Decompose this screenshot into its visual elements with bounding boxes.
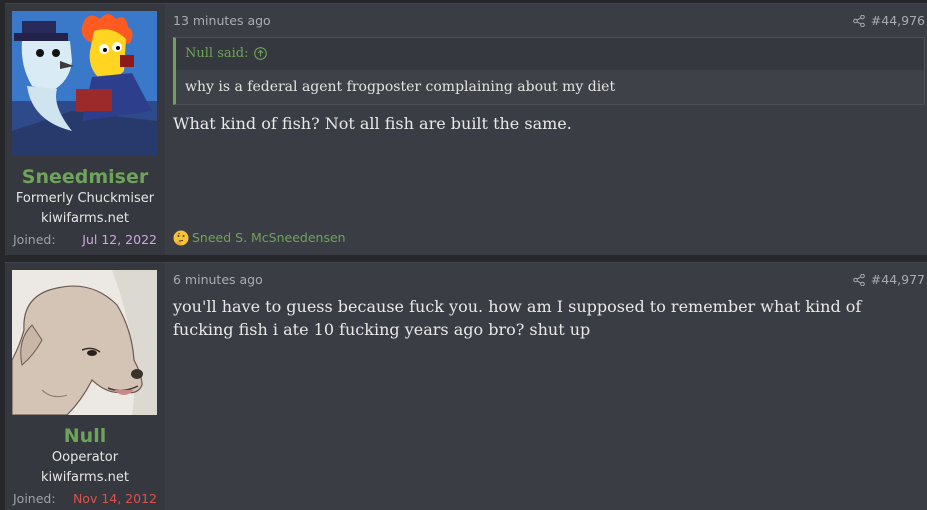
cartoon-snowman-avatar-image <box>12 11 157 156</box>
post-number[interactable]: #44,976 <box>871 13 925 28</box>
joined-label: Joined: <box>13 232 56 247</box>
joined-date: Jul 12, 2022 <box>82 232 157 247</box>
post-content: 13 minutes ago #44,976 Null said: why is… <box>165 3 927 255</box>
username[interactable]: Null <box>5 425 165 447</box>
dog-drawing-avatar-image <box>12 270 157 415</box>
post-message: What kind of fish? Not all fish are buil… <box>173 114 572 133</box>
post: Sneedmiser Formerly Chuckmiser kiwifarms… <box>0 0 927 255</box>
user-info-panel: Sneedmiser Formerly Chuckmiser kiwifarms… <box>5 3 165 255</box>
user-title: Ooperator <box>51 450 119 465</box>
user-site: kiwifarms.net <box>41 470 129 485</box>
share-icon[interactable] <box>853 274 865 286</box>
user-site: kiwifarms.net <box>41 211 129 226</box>
post-timestamp[interactable]: 13 minutes ago <box>173 13 271 28</box>
post: Null Ooperator kiwifarms.net Joined: Nov… <box>0 259 927 510</box>
quote-block: Null said: why is a federal agent frogpo… <box>173 37 925 105</box>
post-content: 6 minutes ago #44,977 you'll have to gue… <box>165 262 927 510</box>
post-timestamp[interactable]: 6 minutes ago <box>173 272 263 287</box>
thinking-emoji-icon <box>173 230 189 246</box>
username[interactable]: Sneedmiser <box>5 166 165 188</box>
post-message: you'll have to guess because fuck you. h… <box>173 297 862 339</box>
post-number[interactable]: #44,977 <box>871 272 925 287</box>
user-title: Formerly Chuckmiser <box>15 191 155 206</box>
user-avatar[interactable] <box>12 11 157 156</box>
reaction-user[interactable]: Sneed S. McSneedensen <box>192 230 346 246</box>
quote-text: why is a federal agent frogposter compla… <box>176 70 924 104</box>
quote-author[interactable]: Null said: <box>185 46 248 61</box>
user-info-panel: Null Ooperator kiwifarms.net Joined: Nov… <box>5 262 165 510</box>
share-icon[interactable] <box>853 15 865 27</box>
joined-label: Joined: <box>13 491 56 506</box>
joined-date: Nov 14, 2012 <box>72 491 157 506</box>
arrow-up-circle-icon[interactable] <box>254 47 267 60</box>
user-avatar[interactable] <box>12 270 157 415</box>
